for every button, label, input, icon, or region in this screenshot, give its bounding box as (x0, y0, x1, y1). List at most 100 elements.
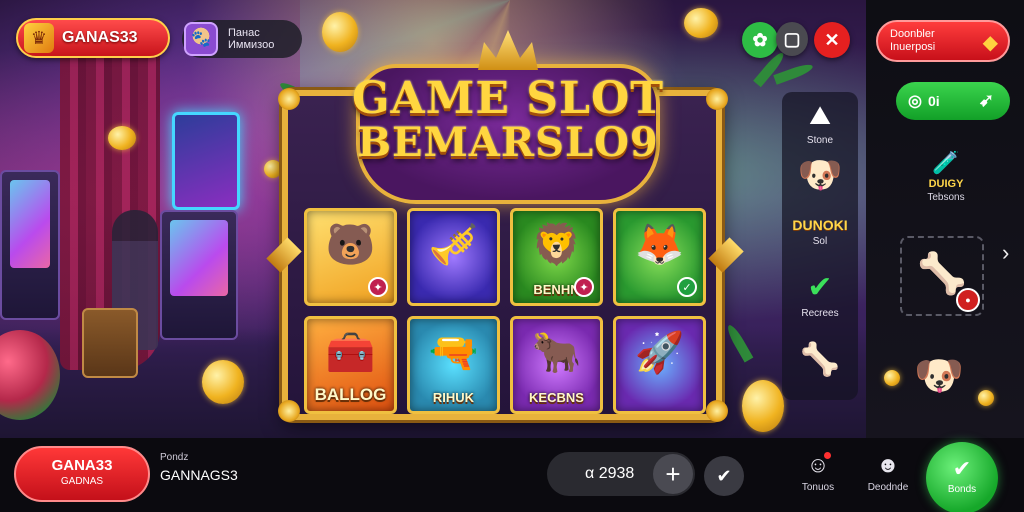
rp-item-title: DUIGY (928, 178, 964, 190)
side-item-stone[interactable]: ⛰ Stone (782, 100, 858, 146)
game-title-banner: GAME SLOT BEMARSLO9 (338, 30, 678, 210)
bottom-brand-button[interactable]: GANA33 GADNAS (14, 446, 150, 502)
reel-tile[interactable]: 🎺 (407, 208, 500, 306)
brand-name: GANAS33 (62, 29, 138, 46)
side-item-bones[interactable]: 🦴 (782, 340, 858, 378)
side-item-label: Stone (806, 135, 834, 146)
user-notification-icon: ☺ (806, 452, 830, 477)
slot-reels-grid: 🐻 ✦ 🎺 🦁 BENHN ✦ 🦊 ✓ 🧰 BALLOG 🔫 RIHUK 🐂 K… (300, 206, 710, 416)
side-item-label: Sol (812, 236, 828, 247)
menu-button[interactable]: ▢ (776, 22, 808, 56)
lion-logo-icon: ♛ (24, 23, 54, 53)
frame-ornament (278, 400, 300, 422)
background-slot-cabinet (160, 210, 238, 340)
lion-symbol-icon: 🦁 (531, 223, 582, 267)
gold-coin-icon (684, 8, 718, 38)
info-main-text: GANNAGS3 (160, 467, 238, 483)
rp-item-label: Tebsons (927, 192, 965, 203)
balance-value: α 2938 (585, 465, 635, 482)
reel-tile[interactable]: 🦊 ✓ (613, 208, 706, 306)
side-item-pet[interactable]: 🐶 (782, 154, 858, 196)
notice-button[interactable]: Doonbler Inuerposi ◆ (876, 20, 1010, 62)
bear-symbol-icon: 🐻 (325, 223, 376, 267)
side-menu-column: ⛰ Stone 🐶 DUNOKI Sol ✔ Recrees 🦴 (782, 92, 858, 400)
crown-icon (478, 30, 538, 70)
tile-label: RIHUK (432, 390, 475, 405)
close-button[interactable]: ✕ (814, 22, 850, 58)
badge-icon: ✦ (368, 277, 388, 297)
frame-ornament (706, 88, 728, 110)
avatar: 🐾 (184, 22, 218, 56)
rp-item-tebsons[interactable]: 🧪 DUIGY Tebsons (906, 150, 986, 203)
user-name: Панас Иммизоо (228, 27, 275, 51)
stone-icon: ⛰ (809, 100, 831, 130)
cannon-symbol-icon: 🎺 (428, 223, 479, 267)
nav-deodnde[interactable]: ☻ Deodnde (858, 452, 918, 493)
send-arrow-icon: ➹ (978, 90, 994, 110)
notice-text: Doonbler Inuerposi (890, 28, 936, 53)
fox-symbol-icon: 🦊 (634, 223, 685, 267)
gold-coin-icon (264, 160, 282, 178)
notification-dot (824, 452, 831, 459)
badge-icon: ● (956, 288, 980, 312)
title-line-1: GAME SLOT (351, 72, 665, 124)
tile-label: BENHN (533, 282, 580, 297)
rocket-symbol-icon: 🚀 (634, 331, 685, 375)
rp-item-pet[interactable]: 🐶 (904, 352, 974, 399)
add-balance-button[interactable]: + (653, 454, 693, 494)
coin-stack-icon: ◆ (982, 32, 998, 54)
side-item-label: Recrees (801, 308, 839, 319)
potion-icon: 🧪 (932, 150, 960, 175)
gold-coin-icon (108, 126, 136, 150)
wallet-toggle-button[interactable]: ◎ 0i ➹ (896, 82, 1010, 120)
gold-coin-icon (978, 390, 994, 406)
side-item-recrees[interactable]: ✔ Recrees (782, 270, 858, 319)
rp-item-bones[interactable]: 🦴 ● (900, 236, 984, 316)
gift-button[interactable]: ✿ (742, 22, 778, 58)
reel-tile[interactable]: 🧰 BALLOG (304, 316, 397, 414)
wooden-box (82, 308, 138, 378)
dog-icon: 🐶 (914, 354, 964, 398)
confirm-button[interactable]: ✔ (704, 456, 744, 496)
tile-label: BALLOG (314, 385, 387, 404)
wallet-icon: ◎ (908, 93, 922, 110)
leaf-icon (773, 61, 815, 85)
dog-icon: 🐶 (797, 154, 843, 195)
neon-sign (172, 112, 240, 210)
title-line-2: BEMARSLO9 (357, 119, 659, 167)
background-slot-cabinet (0, 170, 60, 320)
gun-symbol-icon: 🔫 (428, 331, 479, 375)
nav-label: Deodnde (867, 482, 909, 493)
chest-symbol-icon: 🧰 (325, 331, 376, 375)
reel-tile[interactable]: 🚀 (613, 316, 706, 414)
bonds-button[interactable]: ✔ Bonds (926, 442, 998, 512)
wallet-value: 0i (927, 93, 940, 109)
bottom-brand-title: GANA33 (51, 457, 113, 474)
profile-icon: ☻ (876, 452, 900, 477)
user-profile-pill[interactable]: 🐾 Панас Иммизоо (182, 20, 302, 58)
bonds-label: Bonds (947, 484, 977, 495)
tile-label: KECBNS (529, 390, 584, 405)
nav-label: Tonuos (801, 482, 835, 493)
badge-icon: ✦ (574, 277, 594, 297)
side-item-title: DUNOKI (792, 217, 848, 233)
info-small-text: Pondz (160, 452, 189, 463)
gold-coin-icon (884, 370, 900, 386)
reel-tile[interactable]: 🐂 KECBNS (510, 316, 603, 414)
gold-coin-icon (202, 360, 244, 404)
reel-tile[interactable]: 🦁 BENHN ✦ (510, 208, 603, 306)
frame-ornament (278, 88, 300, 110)
brand-logo-button[interactable]: ♛ GANAS33 (16, 18, 170, 58)
bottom-info: Pondz GANNAGS3 (160, 452, 238, 483)
nav-tonuos[interactable]: ☺ Tonuos (788, 452, 848, 493)
badge-icon: ✓ (677, 277, 697, 297)
side-item-sol[interactable]: DUNOKI Sol (782, 214, 858, 247)
bull-symbol-icon: 🐂 (531, 331, 582, 375)
reel-tile[interactable]: 🐻 ✦ (304, 208, 397, 306)
reel-tile[interactable]: 🔫 RIHUK (407, 316, 500, 414)
bone-icon: 🦴 (800, 341, 840, 377)
chevron-right-icon[interactable]: › (1002, 240, 1009, 266)
gold-coin-icon (742, 380, 784, 432)
bottom-brand-subtitle: GADNAS (60, 476, 104, 487)
check-badge-icon: ✔ (807, 271, 833, 304)
